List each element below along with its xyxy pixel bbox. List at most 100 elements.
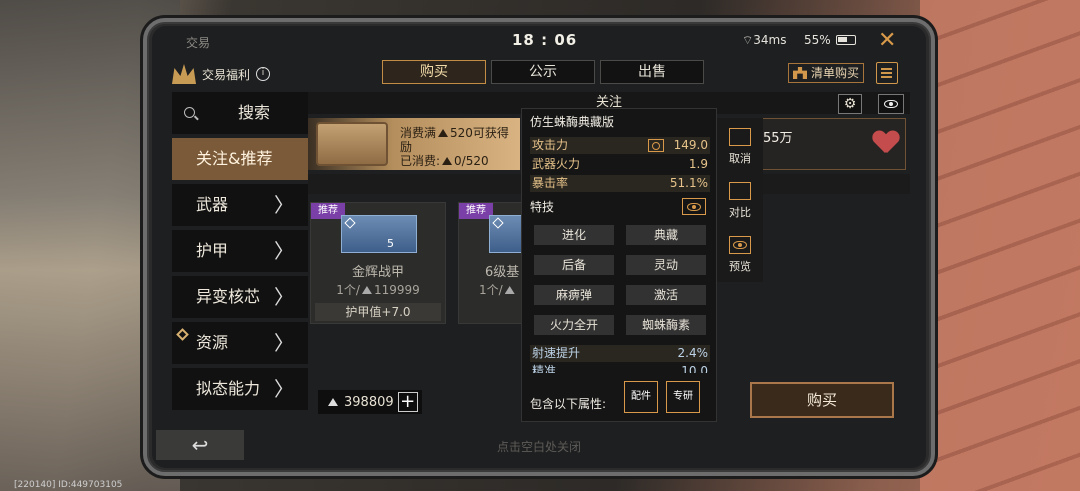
clock: 18 : 06 [512, 31, 578, 49]
item-bonus: 护甲值+7.0 [315, 303, 441, 321]
spending-reward-banner[interactable]: 消费满 520可获得 励 已消费: 0/520 [308, 118, 520, 170]
banner-value: 520可获得 [450, 126, 509, 140]
coin-icon [328, 398, 338, 406]
stat-value: 149.0 [673, 138, 708, 152]
eye-icon [733, 241, 747, 249]
clipboard-icon[interactable] [876, 62, 898, 84]
sidebar-item-weapons[interactable]: 武器 〉 [172, 184, 308, 226]
coin-icon [361, 286, 372, 294]
contains-label: 包含以下属性: [530, 397, 607, 411]
recommend-tag: 推荐 [311, 203, 345, 219]
balance-value: 398809 [344, 394, 394, 410]
close-icon[interactable]: ✕ [878, 28, 896, 53]
skill-chip: 蜘蛛酶素 [626, 315, 706, 335]
coin-icon [442, 157, 453, 165]
tool-label: 对比 [729, 206, 751, 219]
chevron-right-icon: 〉 [274, 377, 294, 401]
skill-chip: 火力全开 [534, 315, 614, 335]
stat-row-accuracy: 精准 10.0 [530, 363, 710, 373]
sidebar-item-label: 搜索 [238, 103, 271, 122]
item-detail-popup: 仿生蛛酶典藏版 攻击力 149.0 武器火力 1.9 暴击率 51.1% 特技 … [521, 108, 717, 422]
stat-value: 2.4% [677, 346, 709, 360]
price-prefix: 1个/ [336, 283, 360, 297]
skill-chip: 进化 [534, 225, 614, 245]
eye-toggle-button[interactable] [682, 198, 706, 215]
sidebar-item-mutation-core[interactable]: 异变核芯 〉 [172, 276, 308, 318]
banner-line3: 已消费: 0/520 [400, 152, 489, 169]
search-icon [184, 107, 195, 118]
tool-label: 预览 [729, 260, 751, 273]
special-label: 特技 [530, 200, 555, 214]
main-tabs: 购买 公示 出售 [382, 60, 704, 84]
welfare-label: 交易福利 [202, 67, 251, 82]
attr-research-button[interactable]: 专研 [666, 381, 700, 413]
add-currency-button[interactable]: + [397, 392, 418, 412]
info-icon[interactable]: i [256, 67, 271, 81]
status-bar: 交易 18 : 06 ⌔34ms 55% ✕ [152, 26, 926, 56]
preview-button[interactable]: 预览 [717, 230, 763, 280]
sidebar-item-mimic-ability[interactable]: 拟态能力 〉 [172, 368, 308, 410]
sidebar-item-resources[interactable]: 资源 〉 [172, 322, 308, 364]
compare-button[interactable]: 对比 [717, 176, 763, 226]
trade-welfare[interactable]: 交易福利 i [172, 62, 271, 86]
crown-icon [172, 64, 196, 84]
list-tree-icon [793, 67, 807, 79]
item-card-gold-armor[interactable]: 推荐 5 金辉战甲 1个/119999 护甲值+7.0 [310, 202, 446, 324]
stat-label: 攻击力 [532, 138, 569, 152]
tab-buy[interactable]: 购买 [382, 60, 486, 84]
cancel-follow-button[interactable]: 取消 [717, 122, 763, 172]
category-sidebar: 搜索 关注&推荐 武器 〉 护甲 〉 异变核芯 〉 资源 〉 拟态能力 〉 [172, 92, 308, 414]
sidebar-item-armor[interactable]: 护甲 〉 [172, 230, 308, 272]
chevron-right-icon: 〉 [274, 331, 294, 355]
stat-label: 射速提升 [532, 346, 581, 360]
preview-eye-icon [729, 236, 751, 254]
sidebar-item-follow-recommend[interactable]: 关注&推荐 [172, 138, 308, 180]
diamond-icon [176, 328, 189, 341]
item-price: 1个/119999 [311, 281, 445, 298]
item-image [489, 215, 521, 253]
skill-chip: 麻痹弹 [534, 285, 614, 305]
currency-balance: 398809 + [318, 390, 422, 414]
tab-sell[interactable]: 出售 [600, 60, 704, 84]
attr-accessory-button[interactable]: 配件 [624, 381, 658, 413]
chevron-right-icon: 〉 [274, 239, 294, 263]
armor-image: 5 [341, 215, 417, 253]
sidebar-item-search[interactable]: 搜索 [172, 92, 308, 134]
eye-icon [884, 100, 898, 108]
gear-icon[interactable]: ⚙ [838, 94, 862, 114]
skill-chip: 后备 [534, 255, 614, 275]
device-screen: 交易 18 : 06 ⌔34ms 55% ✕ 交易福利 i 购买 公示 出售 清… [152, 26, 926, 468]
skill-chip: 激活 [626, 285, 706, 305]
stat-value: 10.0 [681, 364, 708, 373]
stat-row-firepower: 武器火力 1.9 [530, 156, 710, 173]
special-skill-row: 特技 [530, 198, 710, 216]
chevron-right-icon: 〉 [274, 285, 294, 309]
sidebar-item-label: 护甲 [196, 241, 229, 260]
sidebar-item-label: 关注&推荐 [196, 149, 273, 168]
list-buy-label: 清单购买 [811, 66, 860, 80]
buy-button[interactable]: 购买 [750, 382, 894, 418]
stat-label: 暴击率 [532, 176, 569, 190]
heart-icon[interactable] [873, 131, 899, 153]
banner-line1: 消费满 520可获得 [400, 124, 509, 141]
stat-label: 武器火力 [532, 157, 581, 171]
spent-label: 已消费: [400, 154, 441, 168]
price-value: 119999 [373, 283, 420, 297]
debug-info: [220140] ID:449703105 [14, 480, 123, 490]
battery-percent: 55% [804, 33, 831, 47]
item-level: 5 [387, 237, 394, 250]
tab-publicity[interactable]: 公示 [491, 60, 595, 84]
skill-chip: 典藏 [626, 225, 706, 245]
gem-icon [492, 217, 504, 229]
close-hint: 点击空白处关闭 [496, 440, 581, 454]
eye-toggle-button[interactable] [878, 94, 904, 114]
stat-value: 1.9 [688, 157, 708, 171]
background-right [920, 0, 1080, 491]
magnify-icon[interactable] [648, 139, 664, 152]
item-card-level6[interactable]: 推荐 6级基 1个/ [458, 202, 522, 324]
sidebar-item-label: 拟态能力 [196, 379, 261, 398]
list-buy-button[interactable]: 清单购买 [788, 63, 865, 83]
stat-row-firerate: 射速提升 2.4% [530, 345, 710, 362]
stat-label: 精准 [532, 364, 557, 373]
popup-title: 仿生蛛酶典藏版 [530, 115, 615, 129]
